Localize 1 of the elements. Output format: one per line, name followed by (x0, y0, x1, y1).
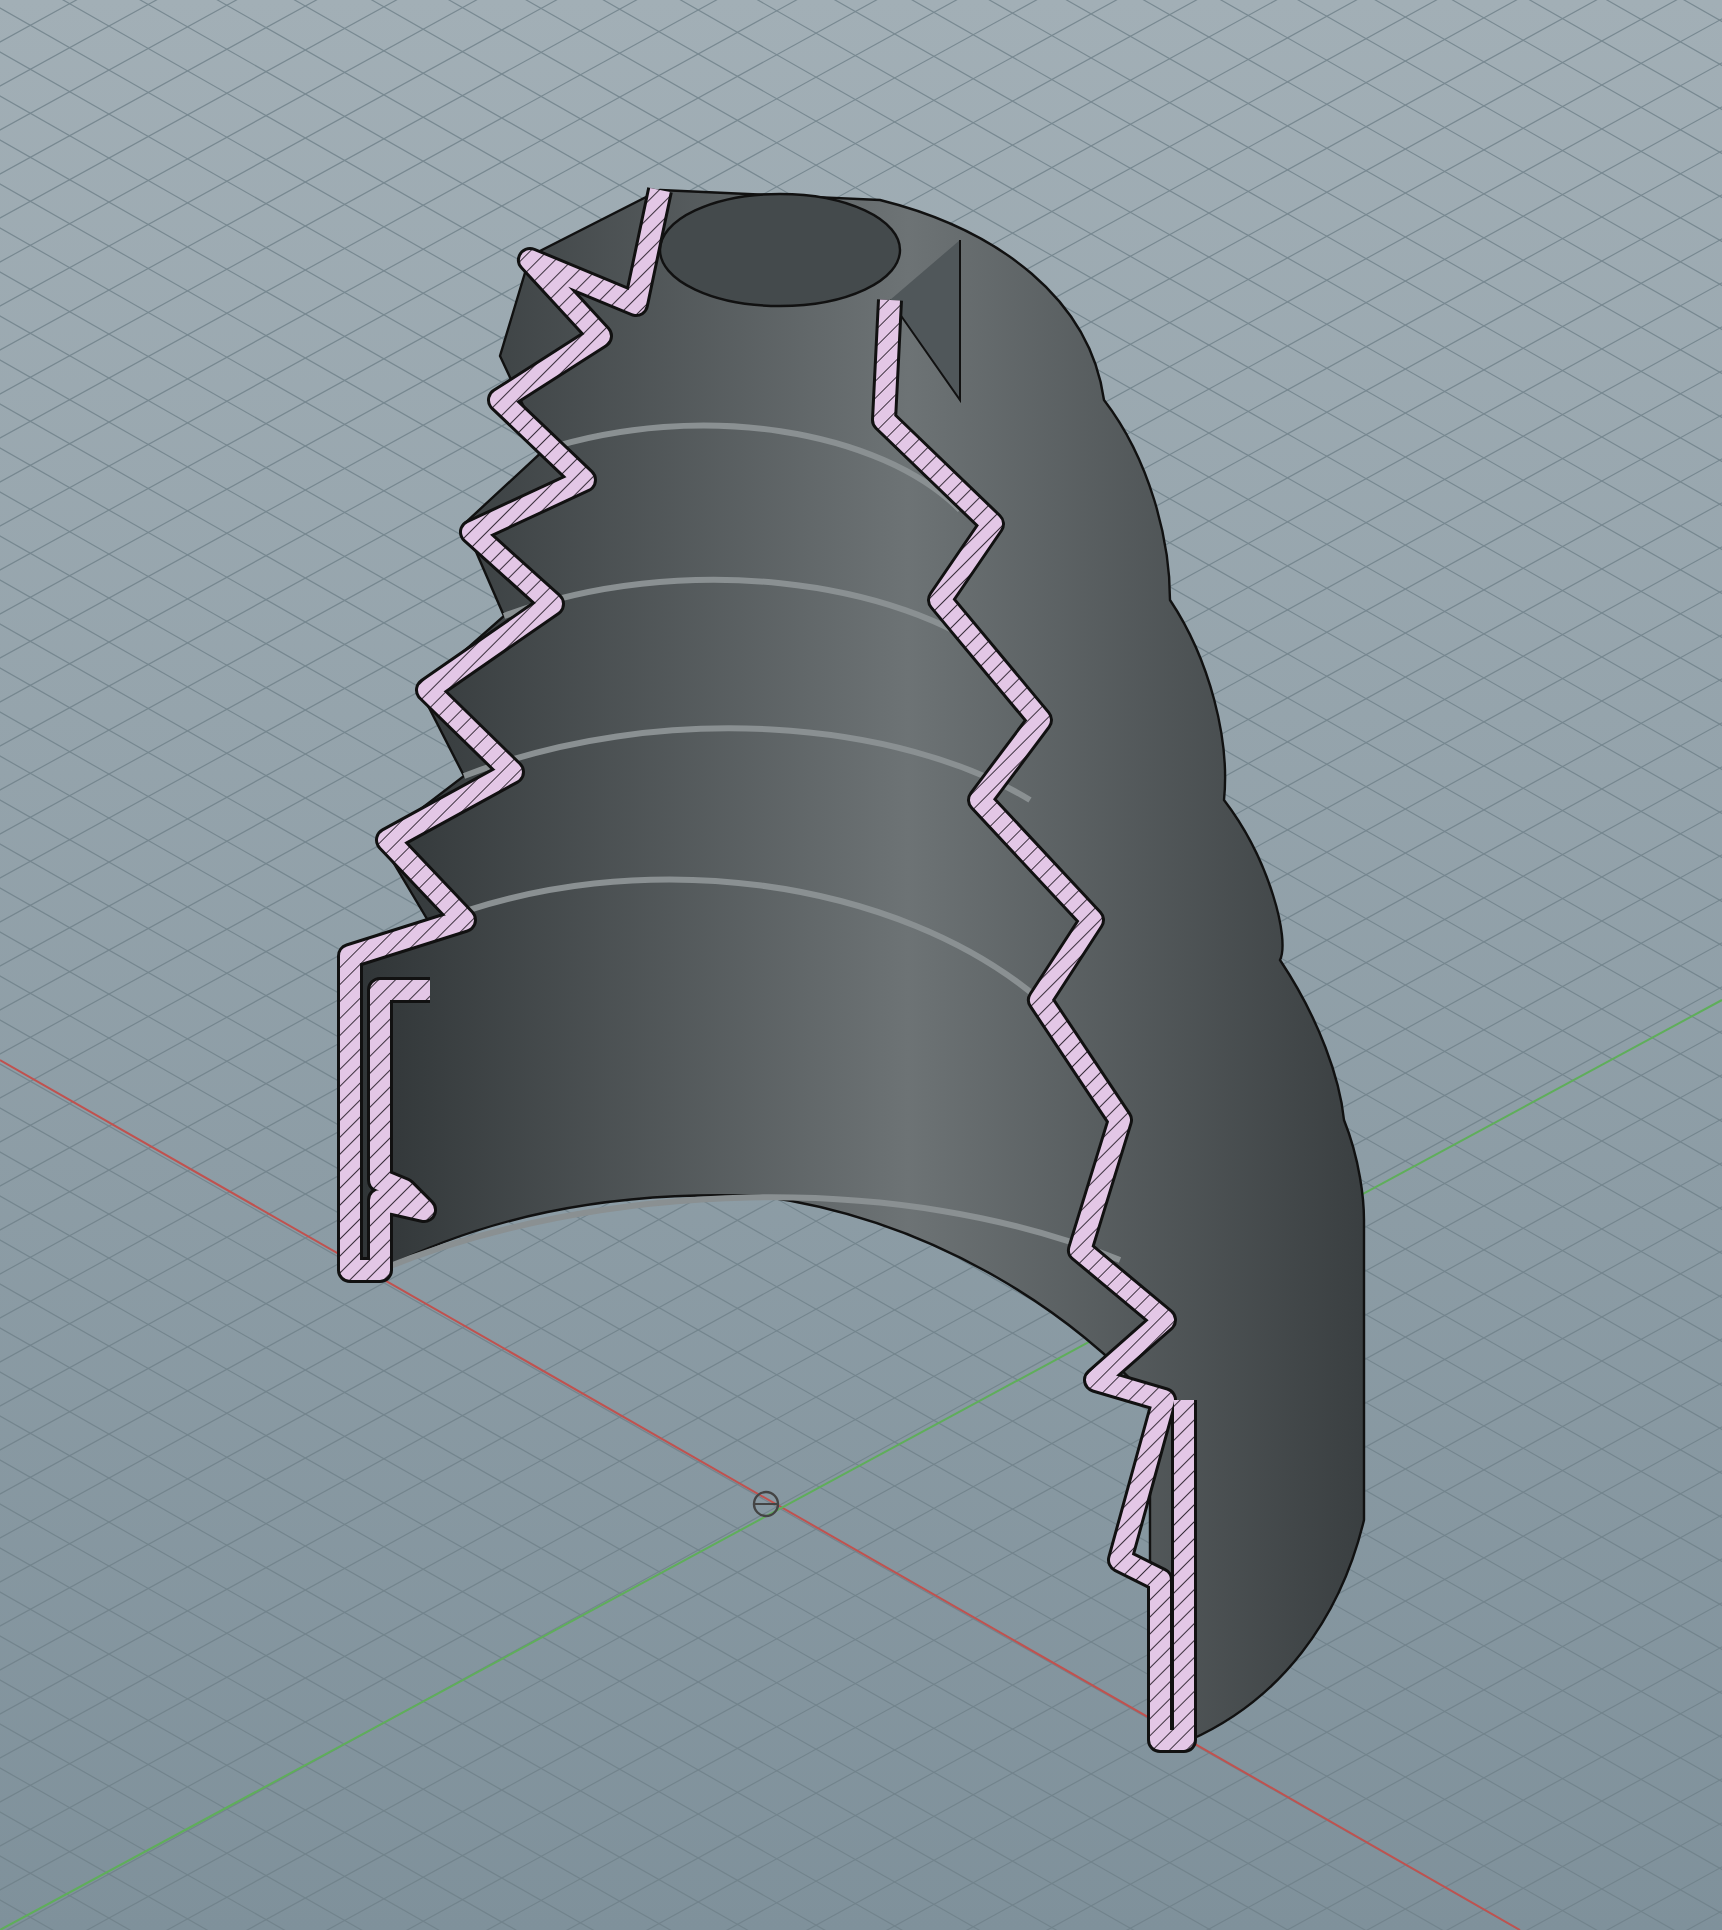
origin-marker-icon (752, 1490, 780, 1518)
